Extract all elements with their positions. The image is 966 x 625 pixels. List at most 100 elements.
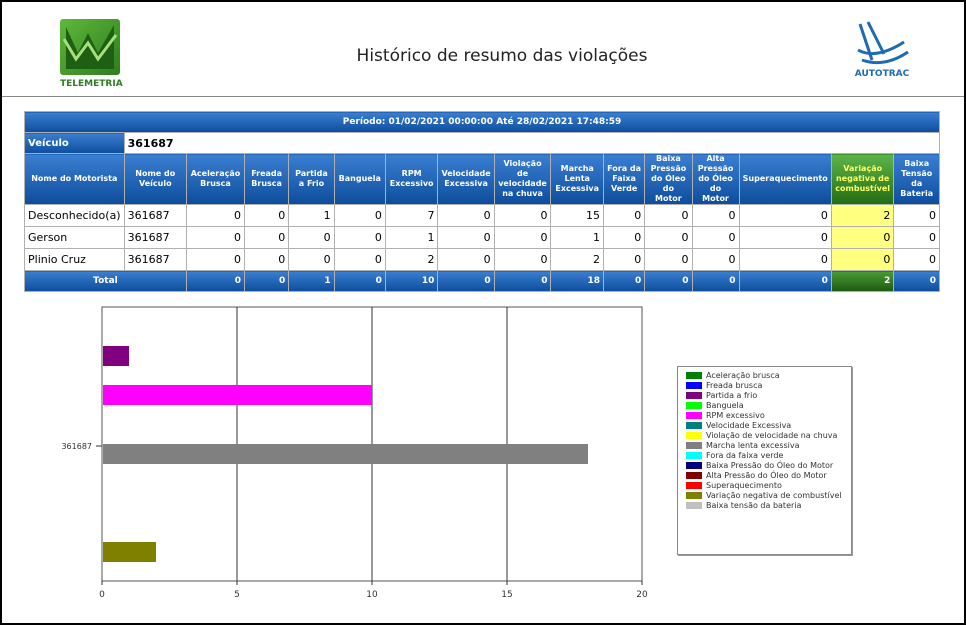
value-cell: 0 [602, 226, 646, 249]
legend-swatch [686, 382, 702, 389]
legend-item: Violação de velocidade na chuva [678, 431, 851, 440]
value-cell: 0 [738, 204, 832, 227]
driver-cell: Plinio Cruz [24, 248, 125, 271]
legend-item: Velocidade Excessiva [678, 421, 851, 430]
legend-label: Superaquecimento [706, 481, 782, 490]
driver-cell: Gerson [24, 226, 125, 249]
value-cell: 0 [830, 226, 895, 249]
column-header: Superaquecimento [738, 153, 832, 205]
legend-item: Superaquecimento [678, 481, 851, 490]
legend-swatch [686, 372, 702, 379]
column-header: RPM Excessivo [384, 153, 439, 205]
table-row: Plinio Cruz 361687 0 0 0 0 2 0 0 2 0 0 0 0 0 0 [24, 248, 940, 271]
legend-swatch [686, 472, 702, 479]
column-header: Marcha Lenta Excessiva [550, 153, 604, 205]
legend-swatch [686, 392, 702, 399]
legend-swatch [686, 402, 702, 409]
value-cell: 1 [288, 204, 335, 227]
value-cell: 0 [602, 248, 646, 271]
legend-swatch [686, 412, 702, 419]
bar [103, 385, 372, 405]
total-cell: 10 [384, 270, 439, 292]
value-cell: 0 [893, 248, 940, 271]
vehicle-value: 361687 [123, 132, 941, 154]
legend-swatch [686, 492, 702, 499]
bar [103, 542, 156, 562]
x-tick-label: 15 [501, 590, 512, 600]
value-cell: 2 [384, 248, 439, 271]
legend-label: Baixa tensão da bateria [706, 501, 802, 510]
value-cell: 2 [830, 204, 895, 227]
legend-swatch [686, 462, 702, 469]
value-cell: 0 [288, 248, 335, 271]
value-cell: 0 [185, 248, 246, 271]
legend-item: Variação negativa de combustível [678, 491, 851, 500]
value-cell: 0 [602, 204, 646, 227]
value-cell: 0 [738, 248, 832, 271]
total-cell: 0 [244, 270, 290, 292]
legend-item: Aceleração brusca [678, 371, 851, 380]
legend-swatch [686, 452, 702, 459]
value-cell: 0 [644, 248, 693, 271]
total-cell: 18 [550, 270, 604, 292]
autotrac-logo-label: AUTOTRAC [854, 69, 910, 79]
column-header: Velocidade Excessiva [437, 153, 495, 205]
driver-cell: Desconhecido(a) [24, 204, 125, 227]
legend-swatch [686, 502, 702, 509]
report-frame: TELEMETRIA Histórico de resumo das viola… [0, 0, 966, 625]
value-cell: 0 [244, 204, 290, 227]
value-cell: 0 [691, 226, 740, 249]
column-header: Baixa Pressão do Óleo do Motor [644, 153, 693, 205]
legend-item: Partida a frio [678, 391, 851, 400]
column-header: Variação negativa de combustível [830, 153, 895, 205]
value-cell: 1 [550, 226, 604, 249]
bar [103, 444, 588, 464]
legend-item: Freada brusca [678, 381, 851, 390]
legend-label: Aceleração brusca [706, 371, 780, 380]
value-cell: 7 [384, 204, 439, 227]
total-cell: 0 [602, 270, 646, 292]
page-title: Histórico de resumo das violações [356, 46, 648, 66]
value-cell: 0 [493, 204, 552, 227]
total-row: Total 0 0 1 0 10 0 0 18 0 0 0 0 2 0 [24, 270, 940, 292]
total-cell: 0 [644, 270, 693, 292]
total-cell: 2 [830, 270, 895, 292]
x-tick-label: 20 [636, 590, 648, 600]
value-cell: 0 [738, 226, 832, 249]
legend-label: Fora da faixa verde [706, 451, 784, 460]
total-label: Total [24, 270, 187, 292]
value-cell: 0 [185, 226, 246, 249]
value-cell: 0 [644, 226, 693, 249]
legend-item: Alta Pressão do Óleo do Motor [678, 471, 851, 480]
value-cell: 0 [893, 204, 940, 227]
legend-swatch [686, 482, 702, 489]
column-header: Fora da Faixa Verde [602, 153, 646, 205]
legend-label: Banguela [706, 401, 744, 410]
value-cell: 0 [288, 226, 335, 249]
value-cell: 0 [437, 204, 495, 227]
total-cell: 0 [493, 270, 552, 292]
report-header: TELEMETRIA Histórico de resumo das viola… [2, 2, 964, 97]
legend-item: Fora da faixa verde [678, 451, 851, 460]
x-tick-label: 0 [99, 590, 105, 600]
bar [103, 346, 129, 366]
legend-label: Variação negativa de combustível [706, 491, 842, 500]
value-cell: 0 [691, 204, 740, 227]
chart-legend: Aceleração brusca Freada brusca Partida a … [677, 366, 852, 555]
legend-label: Velocidade Excessiva [706, 421, 792, 430]
violations-table: Período: 01/02/2021 00:00:00 Até 28/02/2… [24, 111, 941, 292]
total-cell: 0 [893, 270, 940, 292]
legend-item: Baixa Pressão do Óleo do Motor [678, 461, 851, 470]
column-header: Baixa Tensão da Bateria [893, 153, 940, 205]
vehicle-cell: 361687 [123, 226, 187, 249]
column-header: Freada Brusca [244, 153, 290, 205]
value-cell: 0 [437, 226, 495, 249]
x-tick-label: 5 [234, 590, 240, 600]
total-cell: 0 [333, 270, 386, 292]
legend-item: Marcha lenta excessiva [678, 441, 851, 450]
legend-swatch [686, 442, 702, 449]
value-cell: 0 [437, 248, 495, 271]
y-tick-label: 361687 [61, 442, 92, 451]
total-cell: 0 [185, 270, 246, 292]
value-cell: 0 [244, 248, 290, 271]
